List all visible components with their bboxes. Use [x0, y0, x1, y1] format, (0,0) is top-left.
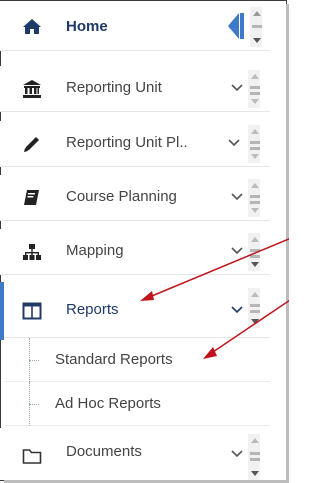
- annotation-arrows: [140, 238, 289, 359]
- annotation-arrowhead: [203, 347, 217, 359]
- annotation-arrow: [146, 238, 289, 299]
- annotation-arrow: [209, 299, 289, 355]
- annotation-arrowhead: [140, 291, 154, 301]
